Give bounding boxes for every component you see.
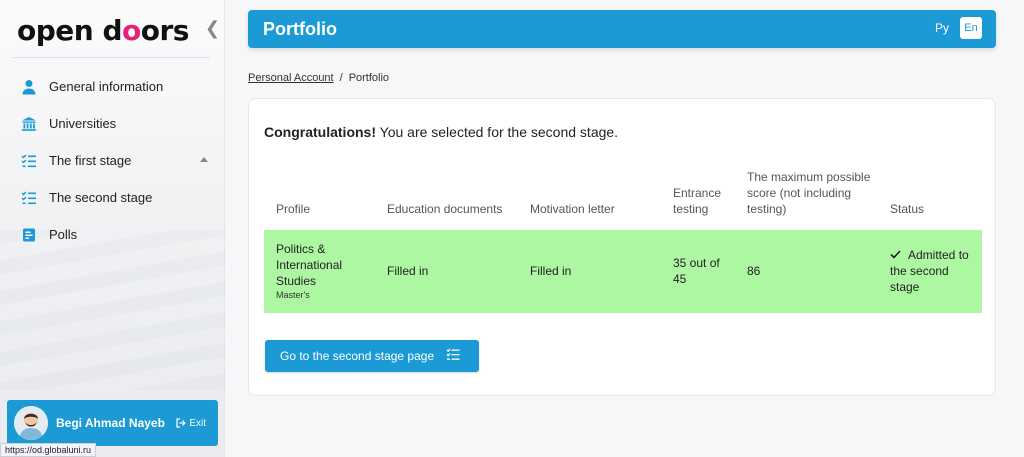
cell-status: Admitted to the second stage — [890, 247, 969, 294]
exit-label: Exit — [189, 417, 206, 429]
sidebar: open doors ❮ General information Univers… — [0, 0, 225, 457]
degree-label: Master's — [276, 290, 310, 300]
cell-motivation: Filled in — [530, 264, 572, 278]
column-header-profile: Profile — [276, 202, 311, 216]
open-doors-logo[interactable]: open doors — [17, 14, 189, 47]
cell-testing: 35 out of 45 — [673, 256, 720, 286]
avatar[interactable] — [14, 406, 48, 440]
collapse-sidebar-icon[interactable]: ❮ — [205, 18, 220, 39]
expand-caret-icon[interactable] — [200, 157, 208, 162]
cell-education: Filled in — [387, 264, 429, 278]
cell-profile: Politics & International Studies Master'… — [276, 242, 343, 300]
button-label: Go to the second stage page — [280, 349, 435, 363]
sidebar-item-label: The first stage — [49, 153, 132, 168]
user-card: Begi Ahmad Nayeb Exit — [7, 400, 218, 446]
check-icon — [890, 247, 902, 263]
exit-button[interactable]: Exit — [176, 418, 206, 429]
sidebar-item-general-information[interactable]: General information — [0, 68, 225, 105]
sidebar-item-first-stage[interactable]: The first stage — [0, 142, 225, 179]
portfolio-card: Congratulations! You are selected for th… — [248, 98, 996, 396]
sidebar-item-label: The second stage — [49, 190, 153, 205]
cell-max-score: 86 — [747, 264, 761, 278]
sidebar-item-second-stage[interactable]: The second stage — [0, 179, 225, 216]
column-header-motivation: Motivation letter — [530, 202, 615, 216]
user-icon — [20, 78, 38, 96]
column-header-testing: Entrance testing — [673, 186, 722, 216]
checklist-icon — [20, 152, 38, 170]
university-icon — [20, 115, 38, 133]
sidebar-item-polls[interactable]: Polls — [0, 216, 225, 253]
sidebar-item-label: Polls — [49, 227, 78, 242]
breadcrumb-separator: / — [339, 72, 343, 84]
congratulations-message: Congratulations! You are selected for th… — [264, 124, 619, 140]
breadcrumb-personal-account[interactable]: Personal Account — [248, 72, 334, 84]
breadcrumb: Personal Account / Portfolio — [248, 72, 389, 84]
breadcrumb-current: Portfolio — [348, 72, 390, 84]
divider — [12, 57, 210, 58]
column-header-education: Education documents — [387, 202, 503, 216]
page-title: Portfolio — [263, 19, 337, 39]
language-ru-button[interactable]: Ру — [935, 21, 949, 35]
user-name: Begi Ahmad Nayeb — [56, 416, 165, 430]
sidebar-item-label: Universities — [49, 116, 117, 131]
column-header-max-score: The maximum possible score (not including… — [747, 170, 871, 216]
list-icon — [446, 348, 461, 364]
user-avatar-icon — [14, 406, 48, 440]
table-row: Politics & International Studies Master'… — [264, 230, 982, 313]
sidebar-nav: General information Universities The fir… — [0, 68, 225, 253]
poll-icon — [20, 226, 38, 244]
go-to-second-stage-button[interactable]: Go to the second stage page — [265, 340, 479, 372]
checklist-icon — [20, 189, 38, 207]
language-en-button[interactable]: En — [960, 17, 982, 39]
browser-status-url: https://od.globaluni.ru — [0, 443, 97, 457]
exit-icon — [176, 418, 187, 428]
page-header: Portfolio Ру En — [248, 10, 996, 48]
sidebar-item-label: General information — [49, 79, 164, 94]
column-header-status: Status — [890, 202, 925, 216]
sidebar-item-universities[interactable]: Universities — [0, 105, 225, 142]
